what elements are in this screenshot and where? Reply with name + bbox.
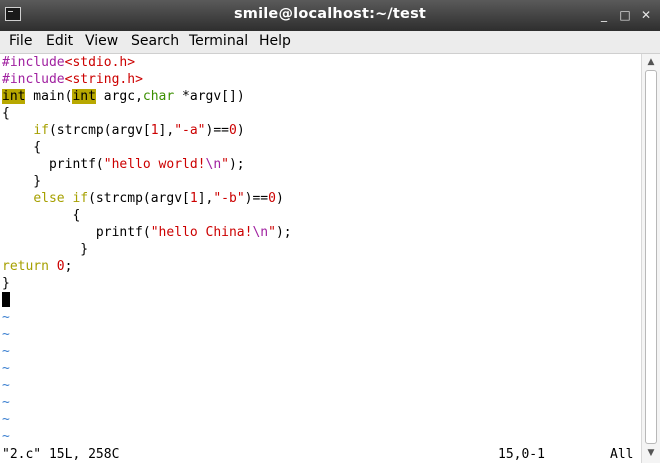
code-line-2: #include<string.h> [2, 71, 143, 88]
vim-editor[interactable]: #include<stdio.h> #include<string.h> int… [0, 54, 640, 446]
scroll-down-arrow-icon[interactable]: ▼ [644, 446, 658, 460]
code-line-5: if(strcmp(argv[1],"-a")==0) [2, 122, 245, 139]
header-name: <string.h> [64, 72, 143, 87]
code-line-15 [2, 292, 10, 309]
escape-sequence: \n [252, 225, 269, 240]
maximize-button[interactable]: □ [618, 8, 632, 22]
escape-sequence: \n [205, 157, 222, 172]
menu-view[interactable]: View [85, 33, 118, 49]
code-text: (strcmp(argv[ [48, 123, 151, 138]
empty-line-marker: ~ [2, 378, 10, 393]
scroll-position: All [610, 447, 634, 462]
type-highlighted: int [2, 89, 26, 104]
code-line-4: { [2, 106, 10, 121]
title-bar[interactable]: smile@localhost:~/test _ □ ✕ [0, 0, 660, 31]
code-text: (strcmp(argv[ [88, 191, 190, 206]
code-line-7: printf("hello world!\n"); [2, 156, 245, 173]
terminal-window: smile@localhost:~/test _ □ ✕ File Edit V… [0, 0, 660, 471]
menu-search[interactable]: Search [131, 33, 179, 49]
keyword: else [33, 191, 65, 206]
file-info: "2.c" 15L, 258C [2, 447, 120, 462]
minimize-button[interactable]: _ [597, 8, 611, 22]
string: "-b" [213, 191, 245, 206]
empty-line-marker: ~ [2, 395, 10, 410]
preprocessor: #include [2, 55, 65, 70]
menu-file[interactable]: File [9, 33, 32, 49]
code-line-1: #include<stdio.h> [2, 54, 135, 71]
preprocessor: #include [2, 72, 65, 87]
text-cursor [2, 292, 10, 307]
code-text: ) [236, 123, 245, 138]
vim-status-line: "2.c" 15L, 258C 15,0-1 All [0, 446, 640, 463]
code-line-9: else if(strcmp(argv[1],"-b")==0) [2, 190, 284, 207]
keyword: if [72, 191, 89, 206]
keyword: if [33, 123, 49, 138]
code-line-12: } [2, 242, 89, 257]
empty-line-marker: ~ [2, 344, 10, 359]
menu-terminal[interactable]: Terminal [189, 33, 248, 49]
cursor-position: 15,0-1 [498, 447, 545, 462]
menu-edit[interactable]: Edit [46, 33, 73, 49]
string: " [221, 157, 229, 172]
window-title: smile@localhost:~/test [233, 6, 427, 22]
empty-line-marker: ~ [2, 412, 10, 427]
empty-line-marker: ~ [2, 429, 10, 444]
code-text: )== [205, 123, 229, 138]
code-line-13: return 0; [2, 258, 72, 275]
code-text: ) [275, 191, 284, 206]
code-text: ], [158, 123, 175, 138]
code-text: ; [64, 259, 73, 274]
code-text: printf( [2, 225, 151, 240]
code-text: *argv[]) [174, 89, 245, 104]
code-line-11: printf("hello China!\n"); [2, 224, 292, 241]
type-highlighted: int [72, 89, 96, 104]
type-keyword: char [142, 89, 175, 104]
code-line-10: { [2, 208, 81, 223]
keyword: return [2, 259, 49, 274]
empty-line-marker: ~ [2, 310, 10, 325]
code-line-8: } [2, 174, 42, 189]
scroll-up-arrow-icon[interactable]: ▲ [644, 55, 658, 69]
scrollbar-thumb[interactable] [645, 70, 657, 444]
code-line-6: { [2, 140, 42, 155]
number: 0 [56, 259, 65, 274]
number: 1 [189, 191, 198, 206]
number: 0 [229, 123, 237, 138]
close-button[interactable]: ✕ [639, 8, 653, 22]
code-line-14: } [2, 276, 10, 291]
empty-line-marker: ~ [2, 327, 10, 342]
number: 0 [268, 191, 276, 206]
menu-bar: File Edit View Search Terminal Help [0, 31, 660, 54]
empty-line-marker: ~ [2, 361, 10, 376]
code-text: printf( [2, 157, 104, 172]
string: " [268, 225, 276, 240]
vertical-scrollbar[interactable]: ▲ ▼ [641, 54, 660, 463]
string: "hello China! [150, 225, 253, 240]
code-text: ); [275, 225, 292, 240]
code-text: )== [244, 191, 269, 206]
menu-help[interactable]: Help [259, 33, 291, 49]
code-text: ], [197, 191, 214, 206]
code-text: main( [25, 89, 73, 104]
number: 1 [150, 123, 159, 138]
header-name: <stdio.h> [64, 55, 136, 70]
code-line-3: int main(int argc,char *argv[]) [2, 88, 245, 105]
code-text: argc, [95, 89, 143, 104]
string: "-a" [174, 123, 206, 138]
string: "hello world! [103, 157, 206, 172]
code-text: ); [228, 157, 245, 172]
